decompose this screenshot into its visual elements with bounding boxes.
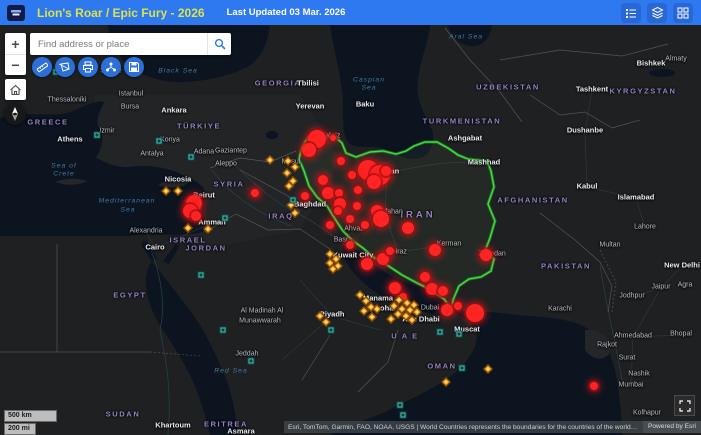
strike-marker[interactable] (420, 272, 430, 282)
strike-marker[interactable] (326, 221, 334, 229)
strike-marker[interactable] (251, 189, 259, 197)
measure-area-button[interactable] (55, 57, 75, 77)
facility-marker-square[interactable] (290, 197, 297, 204)
strike-marker[interactable] (337, 157, 345, 165)
strike-marker[interactable] (429, 244, 441, 256)
strike-marker[interactable] (590, 382, 598, 390)
zoom-in-button[interactable]: + (5, 33, 26, 54)
measure-area-icon (59, 61, 71, 73)
facility-marker-square[interactable] (328, 327, 335, 334)
app-header: Lion's Roar / Epic Fury - 2026 Last Upda… (0, 0, 701, 25)
page-title: Lion's Roar / Epic Fury - 2026 (37, 6, 205, 20)
strike-marker[interactable] (441, 304, 453, 316)
save-icon (128, 61, 140, 73)
strike-marker[interactable] (438, 286, 448, 296)
strike-marker[interactable] (367, 175, 381, 189)
strike-marker[interactable] (322, 187, 334, 199)
strike-marker[interactable] (346, 215, 354, 223)
strike-marker[interactable] (334, 207, 342, 215)
facility-marker-square[interactable] (400, 412, 407, 419)
strike-marker[interactable] (346, 241, 354, 249)
attribution-bar: Esri, TomTom, Garmin, FAO, NOAA, USGS | … (284, 421, 701, 433)
strike-marker[interactable] (354, 186, 362, 194)
strike-marker[interactable] (301, 192, 309, 200)
strike-marker[interactable] (454, 302, 462, 310)
facility-marker-square[interactable] (456, 331, 463, 338)
strike-marker[interactable] (402, 222, 414, 234)
home-icon (9, 84, 22, 96)
facility-marker-square[interactable] (94, 132, 101, 139)
strike-marker[interactable] (361, 258, 373, 270)
strike-marker[interactable] (466, 304, 484, 322)
strike-marker[interactable] (335, 189, 343, 197)
last-updated-label: Last Updated 03 Mar. 2026 (227, 7, 346, 18)
map-toolbar (32, 57, 144, 77)
measure-distance-icon (36, 61, 48, 73)
strike-marker[interactable] (381, 166, 391, 176)
strike-marker[interactable] (353, 202, 361, 210)
map-application: GREECETÜRKIYEGEORGIASYRIAIRAQIRANISRAELJ… (0, 0, 701, 435)
attribution-text: Esri, TomTom, Garmin, FAO, NOAA, USGS | … (284, 424, 643, 431)
strike-marker[interactable] (330, 135, 336, 141)
facility-marker-square[interactable] (459, 365, 466, 372)
scale-bar: 500 km 200 mi (4, 410, 57, 435)
strike-marker[interactable] (361, 221, 369, 229)
facility-marker-square[interactable] (198, 272, 205, 279)
scale-km: 500 km (4, 410, 57, 422)
share-button[interactable] (101, 57, 121, 77)
compass-button[interactable] (4, 103, 26, 125)
legend-icon (625, 7, 637, 19)
strike-marker[interactable] (348, 171, 356, 179)
legend-button[interactable] (621, 3, 641, 23)
strike-marker[interactable] (377, 253, 389, 265)
scale-mi: 200 mi (4, 423, 36, 435)
home-button[interactable] (5, 79, 26, 100)
facility-marker-square[interactable] (248, 358, 255, 365)
strike-marker[interactable] (386, 247, 394, 255)
basemap-gallery-button[interactable] (673, 3, 693, 23)
facility-marker-square[interactable] (156, 138, 163, 145)
search-icon (214, 38, 226, 50)
fullscreen-button[interactable] (674, 395, 695, 416)
strike-marker[interactable] (302, 143, 316, 157)
search-box (30, 33, 231, 55)
facility-marker-square[interactable] (437, 329, 444, 336)
facility-marker-square[interactable] (222, 215, 229, 222)
facility-marker-square[interactable] (188, 154, 195, 161)
share-icon (105, 61, 117, 73)
powered-by-esri: Powered by Esri (643, 421, 701, 433)
save-button[interactable] (124, 57, 144, 77)
search-button[interactable] (207, 33, 231, 55)
facility-marker-square[interactable] (220, 327, 227, 334)
search-input[interactable] (30, 39, 207, 50)
measure-distance-button[interactable] (32, 57, 52, 77)
compass-needle-icon (10, 107, 20, 121)
strike-marker[interactable] (318, 175, 328, 185)
zoom-control: + − (5, 33, 26, 75)
strike-marker[interactable] (373, 211, 389, 227)
facility-marker-square[interactable] (397, 402, 404, 409)
basemap-grid-icon (677, 7, 689, 19)
print-button[interactable] (78, 57, 98, 77)
fullscreen-icon (679, 400, 691, 412)
strike-marker[interactable] (480, 249, 492, 261)
app-logo (7, 5, 25, 21)
strike-marker[interactable] (389, 282, 401, 294)
print-icon (82, 61, 94, 73)
layers-button[interactable] (647, 3, 667, 23)
strike-marker[interactable] (191, 211, 201, 221)
strike-marker[interactable] (426, 283, 438, 295)
zoom-out-button[interactable]: − (5, 54, 26, 75)
layers-icon (651, 6, 664, 19)
